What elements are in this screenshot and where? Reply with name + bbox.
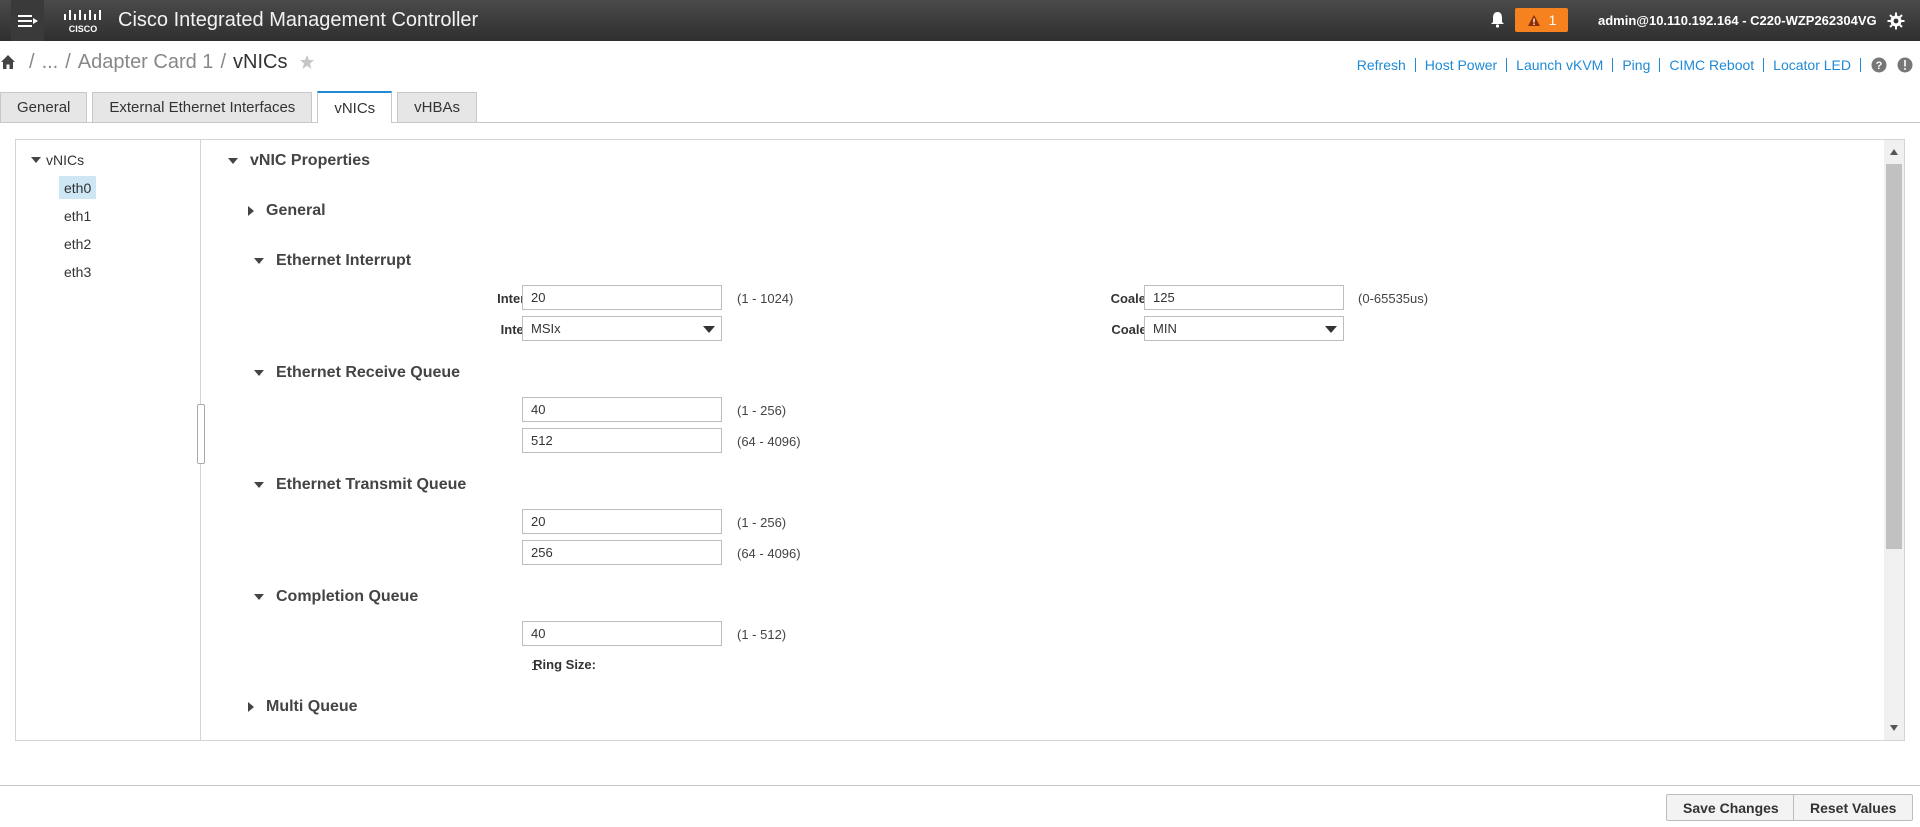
interrupt-mode-value: MSIx [531,321,561,336]
cisco-logo: CISCO [64,10,101,34]
tree-root-label: vNICs [46,152,85,168]
section-title: Completion Queue [276,588,419,605]
breadcrumb-separator: / [220,50,226,73]
tx-ring-size-input[interactable]: 256 [522,540,722,565]
section-title: vNIC Properties [250,152,371,169]
interrupt-count-input[interactable]: 20 [522,285,722,310]
collapse-icon[interactable] [254,258,264,264]
star-icon[interactable] [299,54,315,70]
vertical-scrollbar[interactable] [1884,140,1904,740]
tree-item-eth1[interactable]: eth1 [59,204,96,227]
bell-icon[interactable] [1489,11,1506,28]
rx-count-range: (1 - 256) [737,403,787,418]
breadcrumb-ellipsis[interactable]: ... [42,51,59,74]
home-icon[interactable] [0,54,16,70]
alert-count: 1 [1548,12,1557,28]
rx-ring-size-range: (64 - 4096) [737,434,801,449]
section-multi-queue[interactable]: Multi Queue [248,698,358,716]
coalescing-time-range: (0-65535us) [1358,291,1429,306]
vnic-tree: vNICs eth0 eth1 eth2 eth3 [16,140,201,740]
scroll-down-icon[interactable] [1889,724,1899,732]
scrollbar-thumb[interactable] [1886,164,1902,549]
breadcrumb-separator: / [65,50,71,73]
nav-toggle-icon[interactable] [11,0,44,41]
coalescing-time-input[interactable]: 125 [1144,285,1344,310]
section-title: Ethernet Transmit Queue [276,476,467,493]
vnic-properties-panel: vNIC Properties General Ethernet Interru… [202,140,1869,740]
app-title: Cisco Integrated Management Controller [118,9,479,31]
tree-item-eth0[interactable]: eth0 [59,176,97,199]
section-title: Ethernet Interrupt [276,252,412,269]
cq-ring-size-label: Ring Size: [533,657,596,672]
reset-values-button[interactable]: Reset Values [1793,794,1914,821]
breadcrumb-adapter-card[interactable]: Adapter Card 1 [78,51,214,74]
breadcrumb: / ... / Adapter Card 1 / vNICs [0,48,315,76]
coalescing-type-select[interactable]: MIN [1144,316,1344,341]
section-general[interactable]: General [248,202,326,220]
section-completion-queue[interactable]: Completion Queue [254,588,418,606]
alert-badge[interactable]: 1 [1515,8,1568,32]
section-title: Multi Queue [266,698,358,715]
tx-ring-size-range: (64 - 4096) [737,546,801,561]
collapse-icon[interactable] [254,482,264,488]
cimc-reboot-link[interactable]: CIMC Reboot [1660,58,1765,72]
collapse-icon[interactable] [254,594,264,600]
rx-count-input[interactable]: 40 [522,397,722,422]
host-power-link[interactable]: Host Power [1416,58,1508,72]
tree-item-eth2[interactable]: eth2 [59,232,96,255]
warning-icon [1527,14,1540,26]
tx-count-input[interactable]: 20 [522,509,722,534]
section-title: Ethernet Receive Queue [276,364,461,381]
tab-external-ethernet-interfaces[interactable]: External Ethernet Interfaces [92,92,313,122]
refresh-link[interactable]: Refresh [1348,58,1416,72]
section-title: General [266,202,326,219]
collapse-icon[interactable] [228,158,238,164]
cisco-logo-text: CISCO [69,24,98,34]
interrupt-count-range: (1 - 1024) [737,291,794,306]
scroll-up-icon[interactable] [1889,148,1899,156]
footer-divider [0,785,1920,786]
breadcrumb-current: vNICs [233,50,288,73]
coalescing-type-value: MIN [1153,321,1177,336]
tree-root-vnics[interactable]: vNICs [31,152,84,168]
ping-link[interactable]: Ping [1613,58,1661,72]
interrupt-mode-select[interactable]: MSIx [522,316,722,341]
chevron-down-icon [1325,326,1337,333]
collapse-icon[interactable] [254,370,264,376]
section-ethernet-transmit-queue[interactable]: Ethernet Transmit Queue [254,476,466,494]
expand-icon[interactable] [248,702,254,712]
collapse-icon[interactable] [31,157,41,163]
section-ethernet-interrupt[interactable]: Ethernet Interrupt [254,252,411,270]
tab-general[interactable]: General [0,92,88,122]
section-vnic-properties[interactable]: vNIC Properties [228,152,370,170]
gear-icon[interactable] [1887,12,1905,30]
tab-vnics[interactable]: vNICs [317,91,393,123]
expand-icon[interactable] [248,206,254,216]
rx-ring-size-input[interactable]: 512 [522,428,722,453]
tx-count-range: (1 - 256) [737,515,787,530]
locator-led-link[interactable]: Locator LED [1764,58,1861,72]
tree-item-eth3[interactable]: eth3 [59,260,96,283]
launch-vkvm-link[interactable]: Launch vKVM [1507,58,1614,72]
section-ethernet-receive-queue[interactable]: Ethernet Receive Queue [254,364,460,382]
svg-text:?: ? [1876,60,1883,72]
tab-bar: General External Ethernet Interfaces vNI… [0,91,1920,123]
cq-count-range: (1 - 512) [737,627,787,642]
chevron-down-icon [703,326,715,333]
toolbar-links: Refresh Host Power Launch vKVM Ping CIMC… [1348,57,1913,73]
cq-count-input[interactable]: 40 [522,621,722,646]
help-icon[interactable]: ? [1871,57,1887,73]
more-icon[interactable] [1897,57,1913,73]
user-info[interactable]: admin@10.110.192.164 - C220-WZP262304VG [1598,13,1877,28]
top-bar: CISCO Cisco Integrated Management Contro… [0,0,1920,41]
cq-ring-size-value: 1 [531,658,539,673]
save-changes-button[interactable]: Save Changes [1666,794,1796,821]
breadcrumb-separator: / [29,50,35,73]
tab-vhbas[interactable]: vHBAs [397,92,477,122]
main-panel: vNICs eth0 eth1 eth2 eth3 vNIC Propertie… [15,139,1905,741]
